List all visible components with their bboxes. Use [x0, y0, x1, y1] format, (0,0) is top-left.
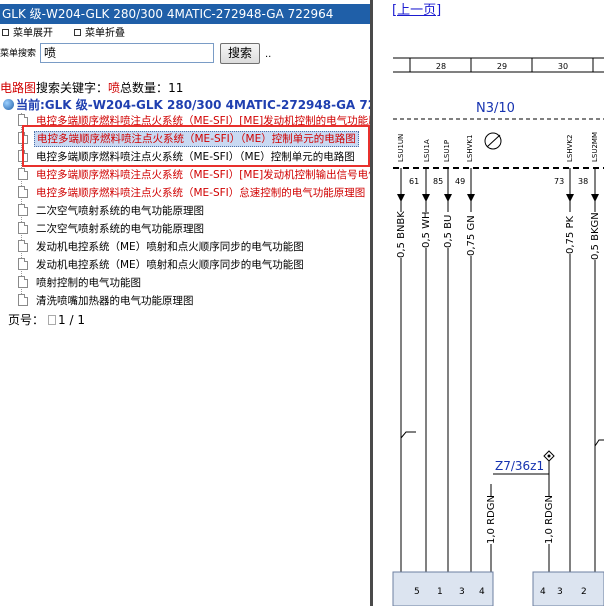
result-item[interactable]: 二次空气喷射系统的电气功能原理图 — [18, 221, 206, 237]
result-item[interactable]: 电控多端顺序燃料喷注点火系统（ME-SFI）怠速控制的电气功能原理图 — [18, 185, 367, 201]
menu-collapse-label: 菜单折叠 — [85, 28, 125, 39]
bottom-pin: 2 — [581, 587, 587, 597]
expand-icon — [2, 29, 9, 36]
wire-label: 0,5 BKGN — [590, 212, 601, 260]
pin-number: 61 — [409, 177, 419, 186]
grid-col-label: 29 — [497, 62, 507, 71]
current-vehicle-label: 当前:GLK 级-W204-GLK 280/300 4MATIC-272948-… — [16, 98, 370, 112]
result-label: 二次空气喷射系统的电气功能原理图 — [36, 205, 204, 217]
search-label: 菜单搜索 — [0, 49, 37, 59]
summary-count-label: 总数量： — [120, 81, 169, 95]
pin-label: LSU1A — [423, 139, 431, 162]
search-summary: 电路图搜索关键字：喷总数量：11 — [0, 81, 183, 96]
search-button[interactable]: 搜索 — [220, 43, 260, 64]
wire-label: 0,5 BU — [443, 215, 454, 248]
result-label: 电控多端顺序燃料喷注点火系统（ME-SFI）[ME]发动机控制输出信号电气功能原… — [36, 169, 370, 181]
pin-label: LSHVK1 — [466, 135, 474, 162]
current-vehicle-node[interactable]: 当前:GLK 级-W204-GLK 280/300 4MATIC-272948-… — [3, 97, 370, 113]
splice-dot — [547, 454, 551, 458]
left-panel: GLK 级-W204-GLK 280/300 4MATIC-272948-GA … — [0, 0, 370, 606]
highlight-annotation-box — [22, 125, 370, 167]
document-icon — [18, 276, 28, 288]
pager-label: 页号： — [8, 313, 45, 327]
bottom-pin: 4 — [479, 587, 485, 597]
pin-number: 73 — [554, 177, 564, 186]
result-label: 发动机电控系统（ME）喷射和点火顺序同步的电气功能图 — [36, 241, 304, 253]
pin-label: LSU1P — [443, 140, 451, 162]
window-title: GLK 级-W204-GLK 280/300 4MATIC-272948-GA … — [0, 4, 370, 24]
wiring-diagram: 28 29 30 LSU1UN LSU1A LSU1P LSHVK1 LSHVK… — [392, 57, 604, 606]
result-item[interactable]: 喷射控制的电气功能图 — [18, 275, 143, 291]
search-input[interactable]: 喷 — [40, 43, 214, 63]
bottom-pin: 5 — [414, 587, 420, 597]
collapse-icon — [74, 29, 81, 36]
wire-label: 1,0 RDGN — [544, 495, 555, 544]
globe-icon — [3, 99, 14, 110]
document-icon — [18, 258, 28, 270]
result-item[interactable]: 清洗喷嘴加热器的电气功能原理图 — [18, 293, 196, 309]
pager-value: 1 / 1 — [58, 313, 85, 327]
splice-bracket — [594, 439, 604, 447]
result-label: 清洗喷嘴加热器的电气功能原理图 — [36, 295, 194, 307]
summary-label: 搜索关键字： — [36, 81, 109, 95]
document-icon — [18, 204, 28, 216]
bottom-pin: 3 — [459, 587, 465, 597]
sensor-symbol-line — [486, 134, 501, 148]
result-item[interactable]: 发动机电控系统（ME）喷射和点火顺序同步的电气功能图 — [18, 239, 306, 255]
menu-collapse-button[interactable]: 菜单折叠 — [74, 27, 125, 41]
summary-prefix: 电路图 — [0, 81, 37, 95]
pin-label: LSU2MM — [591, 132, 599, 162]
result-label: 二次空气喷射系统的电气功能原理图 — [36, 223, 204, 235]
bottom-connector — [392, 571, 494, 606]
document-icon — [18, 294, 28, 306]
wire-label: 0,75 PK — [565, 216, 576, 254]
result-item[interactable]: 发动机电控系统（ME）喷射和点火顺序同步的电气功能图 — [18, 257, 306, 273]
component-label-z7-36z1: Z7/36z1 — [495, 459, 545, 473]
wire-label: 0,75 GN — [466, 215, 477, 256]
grid-col-label: 28 — [436, 62, 446, 71]
result-label: 电控多端顺序燃料喷注点火系统（ME-SFI）怠速控制的电气功能原理图 — [36, 187, 366, 199]
summary-keyword: 喷 — [108, 81, 121, 95]
diagram-panel: [上一页] 28 29 30 LSU1UN LSU1A LSU1P LSHVK1… — [373, 0, 604, 606]
component-label-n3-10: N3/10 — [476, 101, 515, 116]
wire-label: 0,5 BNBK — [396, 211, 407, 258]
wire-label: 1,0 RDGN — [486, 495, 497, 544]
document-icon — [18, 222, 28, 234]
grid-col-label: 30 — [558, 62, 568, 71]
bottom-pin: 4 — [540, 587, 546, 597]
splice-bracket — [400, 431, 416, 439]
document-icon — [18, 186, 28, 198]
result-label: 喷射控制的电气功能图 — [36, 277, 141, 289]
bottom-pin: 1 — [437, 587, 443, 597]
search-more[interactable]: .. — [265, 49, 271, 61]
pin-number: 38 — [578, 177, 588, 186]
bottom-pin: 3 — [557, 587, 563, 597]
document-icon — [18, 168, 28, 180]
pin-label: LSHVK2 — [566, 135, 574, 162]
page-box-icon — [48, 315, 57, 325]
pin-number: 85 — [433, 177, 443, 186]
menu-expand-button[interactable]: 菜单展开 — [2, 27, 53, 41]
wire-label: 0,5 WH — [421, 212, 432, 249]
result-item[interactable]: 二次空气喷射系统的电气功能原理图 — [18, 203, 206, 219]
result-item[interactable]: 电控多端顺序燃料喷注点火系统（ME-SFI）[ME]发动机控制输出信号电气功能原… — [18, 167, 370, 183]
pin-label: LSU1UN — [397, 134, 405, 162]
result-label: 发动机电控系统（ME）喷射和点火顺序同步的电气功能图 — [36, 259, 304, 271]
summary-count: 11 — [168, 81, 184, 95]
document-icon — [18, 240, 28, 252]
pager: 页号： 1 / 1 — [8, 313, 85, 328]
menu-expand-label: 菜单展开 — [13, 28, 53, 39]
pin-number: 49 — [455, 177, 465, 186]
